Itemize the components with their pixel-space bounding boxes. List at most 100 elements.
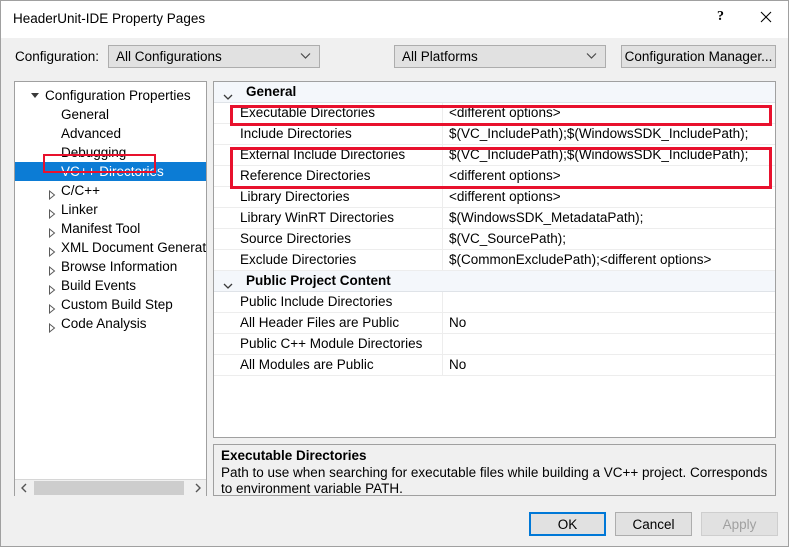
property-name: All Modules are Public: [240, 357, 374, 372]
configuration-properties-tree[interactable]: Configuration Properties General Advanced D…: [14, 81, 207, 496]
property-name: Public C++ Module Directories: [240, 336, 423, 351]
description-pane: Executable Directories Path to use when …: [213, 444, 776, 496]
property-value[interactable]: <different options>: [449, 168, 561, 183]
property-value[interactable]: <different options>: [449, 105, 561, 120]
column-splitter[interactable]: [442, 250, 443, 270]
close-button[interactable]: [743, 1, 788, 32]
property-row-include-directories[interactable]: Include Directories $(VC_IncludePath);$(W…: [214, 124, 775, 145]
tree-item-custom-build-step[interactable]: Custom Build Step: [15, 295, 206, 315]
property-row-public-c++-module-directories[interactable]: Public C++ Module Directories: [214, 334, 775, 355]
property-name: General: [246, 84, 297, 99]
column-splitter[interactable]: [442, 355, 443, 375]
property-group-general[interactable]: General: [214, 82, 775, 103]
property-name: Public Project Content: [246, 273, 391, 288]
property-name: Executable Directories: [240, 105, 376, 120]
tree-item-c-c[interactable]: C/C++: [15, 181, 206, 201]
column-splitter[interactable]: [442, 292, 443, 312]
tree-item-xml-document-generator[interactable]: XML Document Generator: [15, 238, 207, 258]
tree-item-label: Linker: [61, 202, 98, 217]
property-name: Public Include Directories: [240, 294, 393, 309]
property-grid-rows: General Executable Directories <different …: [214, 82, 775, 376]
property-value[interactable]: <different options>: [449, 189, 561, 204]
property-name: All Header Files are Public: [240, 315, 400, 330]
configuration-bar: Configuration: All Configurations Platfo…: [1, 38, 788, 78]
tree-item-label: Advanced: [61, 126, 122, 141]
tree-item-label: Browse Information: [61, 259, 178, 274]
configuration-dropdown[interactable]: All Configurations: [108, 45, 320, 68]
tree-item-debugging[interactable]: Debugging: [15, 143, 206, 162]
property-row-source-directories[interactable]: Source Directories $(VC_SourcePath);: [214, 229, 775, 250]
tree-item-advanced[interactable]: Advanced: [15, 124, 206, 143]
question-mark-icon: ?: [717, 8, 724, 24]
column-splitter[interactable]: [442, 313, 443, 333]
property-row-exclude-directories[interactable]: Exclude Directories $(CommonExcludePath);…: [214, 250, 775, 271]
cancel-button[interactable]: Cancel: [615, 512, 692, 536]
property-row-all-modules-are-public[interactable]: All Modules are Public No: [214, 355, 775, 376]
property-row-external-include-directories[interactable]: External Include Directories $(VC_Include…: [214, 145, 775, 166]
tree-item-label: C/C++: [61, 183, 101, 198]
column-splitter[interactable]: [442, 187, 443, 207]
expander-expand-icon[interactable]: [48, 319, 56, 338]
chevron-down-icon: [586, 53, 597, 59]
tree-item-browse-information[interactable]: Browse Information: [15, 257, 206, 277]
tree-item-label: XML Document Generator: [61, 240, 207, 255]
property-row-executable-directories[interactable]: Executable Directories <different options…: [214, 103, 775, 124]
column-splitter[interactable]: [442, 103, 443, 123]
tree-item-label: Custom Build Step: [61, 297, 173, 312]
property-value[interactable]: $(VC_IncludePath);$(WindowsSDK_IncludePa…: [449, 147, 748, 162]
close-icon: [760, 11, 771, 22]
chevron-left-icon: [20, 483, 26, 493]
expander-collapse-icon[interactable]: [31, 93, 39, 98]
property-value[interactable]: No: [449, 315, 466, 330]
scrollbar-thumb[interactable]: [34, 481, 184, 495]
apply-button[interactable]: Apply: [701, 512, 778, 536]
property-name: Include Directories: [240, 126, 352, 141]
property-name: Source Directories: [240, 231, 352, 246]
help-button[interactable]: ?: [698, 1, 743, 32]
property-row-all-header-files-are-public[interactable]: All Header Files are Public No: [214, 313, 775, 334]
configuration-manager-button[interactable]: Configuration Manager...: [621, 45, 776, 68]
tree-item-build-events[interactable]: Build Events: [15, 276, 206, 296]
tree-item-code-analysis[interactable]: Code Analysis: [15, 314, 206, 334]
tree-item-linker[interactable]: Linker: [15, 200, 206, 220]
property-value[interactable]: $(WindowsSDK_MetadataPath);: [449, 210, 643, 225]
property-value[interactable]: No: [449, 357, 466, 372]
property-row-library-directories[interactable]: Library Directories <different options>: [214, 187, 775, 208]
property-value[interactable]: $(VC_IncludePath);$(WindowsSDK_IncludePa…: [449, 126, 748, 141]
ok-button[interactable]: OK: [529, 512, 606, 536]
column-splitter[interactable]: [442, 145, 443, 165]
property-name: Exclude Directories: [240, 252, 357, 267]
platform-dropdown[interactable]: All Platforms: [394, 45, 606, 68]
tree-item-configuration-properties[interactable]: Configuration Properties: [15, 86, 206, 105]
property-row-reference-directories[interactable]: Reference Directories <different options>: [214, 166, 775, 187]
column-splitter[interactable]: [442, 166, 443, 186]
property-value[interactable]: $(CommonExcludePath);<different options>: [449, 252, 711, 267]
property-group-public-project-content[interactable]: Public Project Content: [214, 271, 775, 292]
tree-item-manifest-tool[interactable]: Manifest Tool: [15, 219, 206, 239]
column-splitter[interactable]: [442, 229, 443, 249]
property-name: External Include Directories: [240, 147, 406, 162]
property-row-public-include-directories[interactable]: Public Include Directories: [214, 292, 775, 313]
column-splitter[interactable]: [442, 334, 443, 354]
tree-item-label: Build Events: [61, 278, 137, 293]
tree-item-label: Manifest Tool: [61, 221, 141, 236]
property-grid[interactable]: General Executable Directories <different …: [213, 81, 776, 438]
tree-item-vc-directories[interactable]: VC++ Directories: [15, 162, 206, 181]
dialog-footer: OK Cancel Apply: [1, 504, 788, 546]
property-value[interactable]: $(VC_SourcePath);: [449, 231, 566, 246]
property-name: Library WinRT Directories: [240, 210, 395, 225]
column-splitter[interactable]: [442, 124, 443, 144]
tree-item-label: VC++ Directories: [61, 164, 164, 179]
property-row-library-winrt-directories[interactable]: Library WinRT Directories $(WindowsSDK_Me…: [214, 208, 775, 229]
scroll-right-arrow-icon[interactable]: [189, 480, 206, 496]
description-title: Executable Directories: [221, 448, 367, 463]
scroll-left-arrow-icon[interactable]: [15, 480, 32, 496]
column-splitter[interactable]: [442, 208, 443, 228]
title-bar: HeaderUnit-IDE Property Pages ?: [1, 1, 788, 38]
tree-horizontal-scrollbar[interactable]: [15, 479, 206, 496]
configuration-value: All Configurations: [116, 49, 222, 64]
tree-item-general[interactable]: General: [15, 105, 206, 124]
description-body: Path to use when searching for executabl…: [221, 465, 768, 496]
chevron-right-icon: [195, 483, 201, 493]
property-name: Reference Directories: [240, 168, 371, 183]
